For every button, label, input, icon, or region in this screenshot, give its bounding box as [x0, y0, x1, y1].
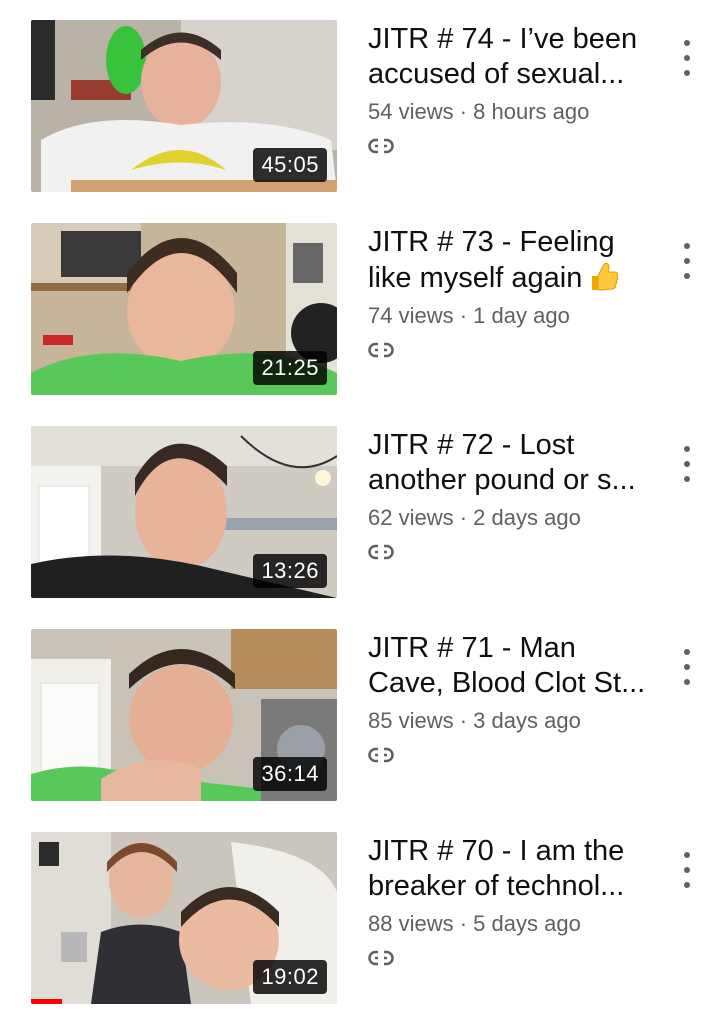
video-thumbnail[interactable]: 13:26 — [31, 426, 337, 598]
more-vert-icon[interactable] — [676, 243, 698, 279]
video-duration: 21:25 — [253, 351, 327, 385]
video-thumbnail[interactable]: 45:05 — [31, 20, 337, 192]
video-item[interactable]: 19:02 JITR # 70 - I am the breaker of te… — [0, 832, 718, 1006]
video-title-line: JITR # 70 - I am the — [368, 835, 625, 867]
video-title[interactable]: JITR # 72 - Lost another pound or s... — [368, 428, 658, 498]
upload-age: 1 day ago — [473, 303, 570, 328]
video-thumbnail[interactable]: 19:02 — [31, 832, 337, 1004]
video-info[interactable]: JITR # 71 - Man Cave, Blood Clot St... 8… — [368, 631, 658, 768]
watch-progress-bar — [31, 999, 62, 1004]
video-duration: 13:26 — [253, 554, 327, 588]
link-icon — [368, 747, 394, 763]
video-title[interactable]: JITR # 74 - I’ve been accused of sexual.… — [368, 22, 658, 92]
video-title-line: JITR # 74 - I’ve been — [368, 23, 638, 55]
video-title-line: breaker of technol... — [368, 870, 625, 902]
more-vert-icon[interactable] — [676, 40, 698, 76]
upload-age: 8 hours ago — [473, 99, 590, 124]
more-vert-icon[interactable] — [676, 852, 698, 888]
video-info[interactable]: JITR # 70 - I am the breaker of technol.… — [368, 834, 658, 971]
video-item[interactable]: 21:25 JITR # 73 - Feeling like myself ag… — [0, 223, 718, 397]
video-meta: 54 views · 8 hours ago — [368, 98, 658, 126]
video-title-text: like myself again — [368, 262, 583, 294]
video-item[interactable]: 13:26 JITR # 72 - Lost another pound or … — [0, 426, 718, 600]
more-vert-icon[interactable] — [676, 649, 698, 685]
link-icon — [368, 342, 394, 358]
link-icon — [368, 950, 394, 966]
video-title-line: accused of sexual... — [368, 58, 625, 90]
video-title-line: Cave, Blood Clot St... — [368, 667, 646, 699]
view-count: 54 views — [368, 99, 454, 124]
video-title[interactable]: JITR # 70 - I am the breaker of technol.… — [368, 834, 658, 904]
meta-separator: · — [459, 911, 468, 936]
upload-age: 5 days ago — [473, 911, 581, 936]
video-meta: 62 views · 2 days ago — [368, 504, 658, 532]
upload-age: 2 days ago — [473, 505, 581, 530]
video-title-line: JITR # 71 - Man — [368, 632, 576, 664]
video-item[interactable]: 36:14 JITR # 71 - Man Cave, Blood Clot S… — [0, 629, 718, 803]
video-info[interactable]: JITR # 74 - I’ve been accused of sexual.… — [368, 22, 658, 159]
link-icon — [368, 544, 394, 560]
video-title-line: like myself again — [368, 260, 658, 296]
meta-separator: · — [459, 708, 468, 733]
video-title[interactable]: JITR # 71 - Man Cave, Blood Clot St... — [368, 631, 658, 701]
video-duration: 36:14 — [253, 757, 327, 791]
meta-separator: · — [459, 99, 468, 124]
video-meta: 85 views · 3 days ago — [368, 707, 658, 735]
meta-separator: · — [459, 303, 468, 328]
video-title-line: another pound or s... — [368, 464, 636, 496]
view-count: 62 views — [368, 505, 454, 530]
view-count: 85 views — [368, 708, 454, 733]
video-title[interactable]: JITR # 73 - Feeling like myself again — [368, 225, 658, 296]
video-duration: 45:05 — [253, 148, 327, 182]
thumbs-up-emoji — [592, 262, 619, 291]
video-item[interactable]: 45:05 JITR # 74 - I’ve been accused of s… — [0, 20, 718, 194]
meta-separator: · — [459, 505, 468, 530]
video-title-line: JITR # 73 - Feeling — [368, 226, 615, 258]
video-title-line: JITR # 72 - Lost — [368, 429, 575, 461]
video-duration: 19:02 — [253, 960, 327, 994]
view-count: 88 views — [368, 911, 454, 936]
video-meta: 88 views · 5 days ago — [368, 910, 658, 938]
link-icon — [368, 138, 394, 154]
video-info[interactable]: JITR # 72 - Lost another pound or s... 6… — [368, 428, 658, 565]
video-meta: 74 views · 1 day ago — [368, 302, 658, 330]
video-thumbnail[interactable]: 21:25 — [31, 223, 337, 395]
view-count: 74 views — [368, 303, 454, 328]
more-vert-icon[interactable] — [676, 446, 698, 482]
video-info[interactable]: JITR # 73 - Feeling like myself again 74… — [368, 225, 658, 363]
video-thumbnail[interactable]: 36:14 — [31, 629, 337, 801]
upload-age: 3 days ago — [473, 708, 581, 733]
